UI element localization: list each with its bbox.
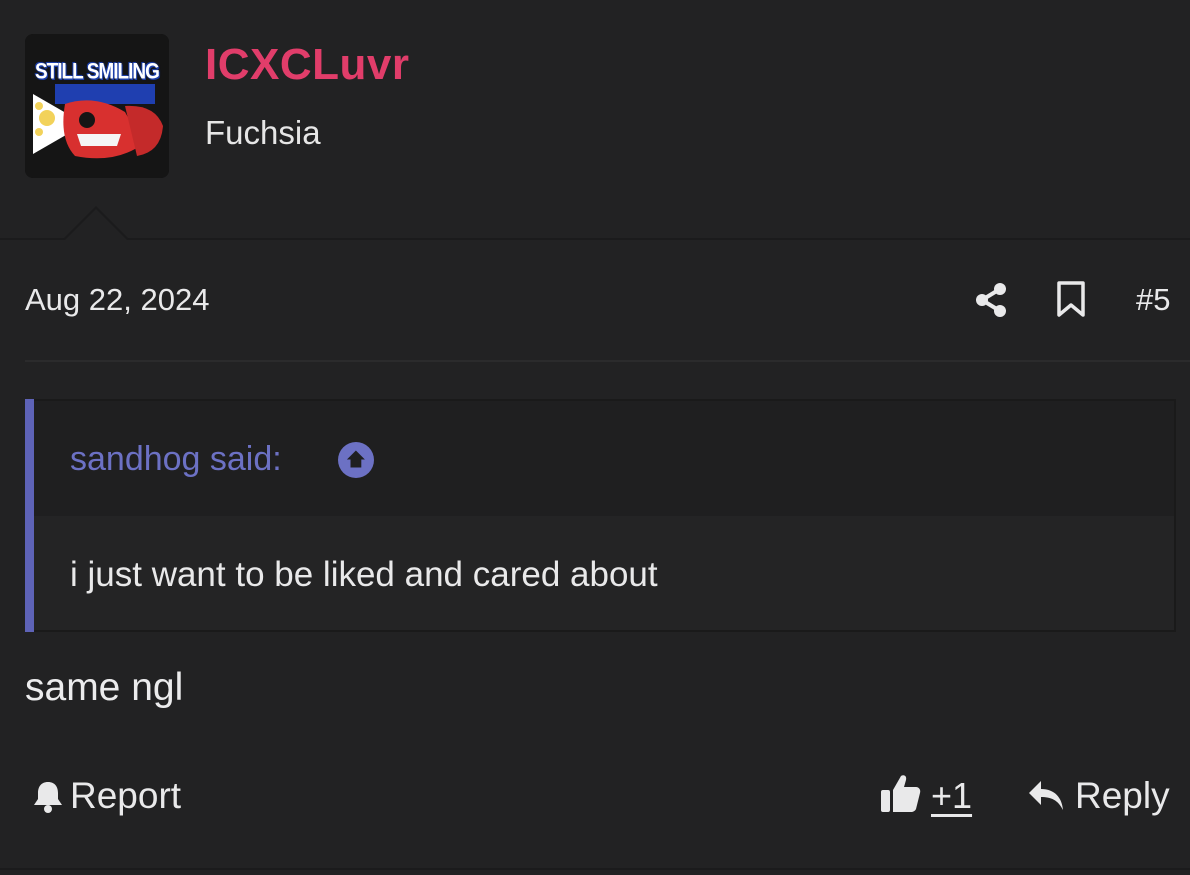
post-number[interactable]: #5 [1136,282,1170,318]
like-count[interactable]: +1 [931,775,972,817]
post-date[interactable]: Aug 22, 2024 [25,282,209,318]
quote-accent-bar [25,399,34,632]
header-divider [0,238,1190,240]
header-pointer-fill [65,209,127,240]
footer-divider [0,868,1190,870]
thumbs-up-icon[interactable] [879,772,921,814]
quote-text: i just want to be liked and cared about [70,555,658,594]
avatar[interactable]: STILL SMILING [25,34,169,178]
bookmark-icon[interactable] [1055,281,1087,317]
user-title: Fuchsia [205,114,321,151]
user-header [0,0,1190,238]
quote-author[interactable]: sandhog said: [70,440,282,479]
meta-divider [25,360,1190,362]
reply-label: Reply [1075,775,1170,816]
avatar-image [25,34,169,178]
username[interactable]: ICXCLuvr [205,40,409,90]
bell-icon [34,782,62,813]
avatar-banner-text: STILL SMILING [35,60,160,85]
share-icon[interactable] [973,282,1009,318]
report-label: Report [70,775,182,816]
post-body: same ngl [25,666,184,709]
reply-arrow-icon [1029,781,1063,810]
report-button[interactable]: Report [32,774,181,818]
arrow-up-circle-icon[interactable] [337,441,375,479]
reply-button[interactable]: Reply [1027,774,1170,818]
